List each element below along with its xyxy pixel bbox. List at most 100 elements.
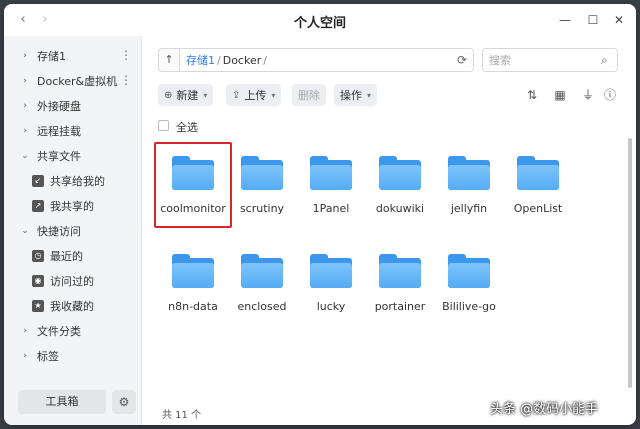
sort-icon[interactable]: ⇅ bbox=[524, 87, 540, 103]
sidebar-item[interactable]: › 存储1 ⋮ bbox=[4, 44, 142, 68]
toolbox-button[interactable]: 工具箱 bbox=[18, 390, 106, 414]
chevron-right-icon: › bbox=[23, 326, 27, 336]
folder-icon bbox=[172, 254, 214, 288]
folder-icon bbox=[241, 156, 283, 190]
sidebar-item-label: 我共享的 bbox=[50, 200, 94, 213]
folder-icon bbox=[448, 156, 490, 190]
sidebar-item-label: 快捷访问 bbox=[37, 225, 81, 238]
upload-icon: ⇪ bbox=[232, 89, 241, 101]
folder-name: OpenList bbox=[513, 202, 563, 215]
chevron-right-icon: › bbox=[23, 351, 27, 361]
new-folder-icon: ⊕ bbox=[164, 89, 173, 101]
folder-icon bbox=[379, 254, 421, 288]
folder-item[interactable]: enclosed bbox=[227, 254, 297, 334]
chevron-down-icon: ▾ bbox=[271, 90, 276, 100]
sidebar-item[interactable]: ◉ 访问过的 bbox=[4, 269, 142, 293]
folder-item[interactable]: 1Panel bbox=[296, 156, 366, 236]
chevron-down-icon: ▾ bbox=[367, 90, 372, 100]
sidebar-item[interactable]: › 文件分类 bbox=[4, 319, 142, 343]
filter-icon[interactable]: ⏚ bbox=[580, 87, 596, 103]
breadcrumb-separator: / bbox=[263, 53, 267, 67]
sidebar-item-label: 我收藏的 bbox=[50, 300, 94, 313]
folder-item[interactable]: portainer bbox=[365, 254, 435, 334]
visited-icon: ◉ bbox=[32, 275, 44, 287]
sidebar-item-label: Docker&虚拟机 bbox=[37, 75, 118, 88]
item-count: 共 11 个 bbox=[162, 410, 202, 421]
select-all-checkbox[interactable] bbox=[158, 120, 169, 131]
sidebar-item-label: 标签 bbox=[37, 350, 59, 363]
back-button[interactable]: ‹ bbox=[16, 13, 30, 27]
sidebar-item-label: 共享给我的 bbox=[50, 175, 105, 188]
more-options-icon[interactable]: ⋮ bbox=[120, 49, 132, 61]
sidebar-item[interactable]: ⌄ 共享文件 bbox=[4, 144, 142, 168]
upload-button[interactable]: ⇪ 上传 ▾ bbox=[226, 84, 282, 106]
folder-item[interactable]: OpenList bbox=[503, 156, 573, 236]
sidebar-item-label: 最近的 bbox=[50, 250, 83, 263]
sidebar-item[interactable]: ★ 我收藏的 bbox=[4, 294, 142, 318]
breadcrumb: 存储1 / Docker / ⟳ bbox=[180, 48, 474, 72]
chevron-down-icon: ▾ bbox=[203, 90, 208, 100]
grid-view-icon[interactable]: ▦ bbox=[552, 87, 568, 103]
close-button[interactable]: ✕ bbox=[610, 11, 628, 29]
settings-button[interactable]: ⚙ bbox=[112, 390, 136, 414]
scrollbar[interactable] bbox=[628, 138, 632, 388]
upload-button-label: 上传 bbox=[244, 89, 267, 102]
minimize-button[interactable]: — bbox=[556, 11, 574, 29]
parent-folder-button[interactable]: ↑ bbox=[158, 48, 180, 72]
sidebar-item-label: 共享文件 bbox=[37, 150, 81, 163]
folder-icon bbox=[310, 156, 352, 190]
folder-icon bbox=[172, 156, 214, 190]
share-in-icon: ↙ bbox=[32, 175, 44, 187]
sidebar-item[interactable]: › 标签 bbox=[4, 344, 142, 368]
chevron-right-icon: › bbox=[23, 101, 27, 111]
forward-button[interactable]: › bbox=[38, 13, 52, 27]
folder-item[interactable]: Bililive-go bbox=[434, 254, 504, 334]
sidebar-item[interactable]: ↗ 我共享的 bbox=[4, 194, 142, 218]
search-icon[interactable]: ⌕ bbox=[601, 53, 608, 68]
delete-button[interactable]: 删除 bbox=[292, 84, 326, 106]
sidebar-item-label: 访问过的 bbox=[50, 275, 94, 288]
chevron-right-icon: › bbox=[23, 51, 27, 61]
sidebar-item[interactable]: › Docker&虚拟机 ⋮ bbox=[4, 69, 142, 93]
new-button-label: 新建 bbox=[176, 89, 199, 102]
refresh-icon[interactable]: ⟳ bbox=[457, 53, 467, 67]
breadcrumb-separator: / bbox=[217, 53, 221, 67]
chevron-right-icon: › bbox=[23, 126, 27, 136]
chevron-right-icon: › bbox=[23, 76, 27, 86]
folder-icon bbox=[517, 156, 559, 190]
sidebar-item-label: 外接硬盘 bbox=[37, 100, 81, 113]
folder-icon bbox=[310, 254, 352, 288]
sidebar-item[interactable]: ⌄ 快捷访问 bbox=[4, 219, 142, 243]
share-out-icon: ↗ bbox=[32, 200, 44, 212]
chevron-down-icon: ⌄ bbox=[21, 151, 29, 161]
maximize-button[interactable]: ☐ bbox=[584, 11, 602, 29]
folder-item[interactable]: lucky bbox=[296, 254, 366, 334]
sidebar-item[interactable]: › 外接硬盘 bbox=[4, 94, 142, 118]
new-button[interactable]: ⊕ 新建 ▾ bbox=[158, 84, 214, 106]
breadcrumb-item[interactable]: 存储1 bbox=[186, 52, 215, 68]
chevron-down-icon: ⌄ bbox=[21, 226, 29, 236]
breadcrumb-item[interactable]: Docker bbox=[223, 54, 262, 67]
watermark: 头条 @数码小能手 bbox=[490, 402, 599, 417]
search-input[interactable] bbox=[482, 48, 618, 72]
folder-item[interactable]: dokuwiki bbox=[365, 156, 435, 236]
select-all-label: 全选 bbox=[176, 121, 198, 134]
actions-button[interactable]: 操作 ▾ bbox=[334, 84, 378, 106]
arrow-up-icon: ↑ bbox=[164, 53, 174, 66]
sidebar-item[interactable]: ◷ 最近的 bbox=[4, 244, 142, 268]
more-options-icon[interactable]: ⋮ bbox=[120, 74, 132, 86]
folder-item[interactable]: scrutiny bbox=[227, 156, 297, 236]
folder-icon bbox=[241, 254, 283, 288]
star-icon: ★ bbox=[32, 300, 44, 312]
info-icon[interactable]: ⓘ bbox=[602, 87, 618, 103]
folder-icon bbox=[448, 254, 490, 288]
folder-name: Bililive-go bbox=[442, 300, 496, 313]
folder-item[interactable]: jellyfin bbox=[434, 156, 504, 236]
folder-item[interactable]: n8n-data bbox=[158, 254, 228, 334]
file-manager-window: ‹ › 个人空间 — ☐ ✕ › 存储1 ⋮ › Docker&虚拟机 ⋮ › 外接硬盘 › 远程… bbox=[4, 4, 636, 425]
window-title: 个人空间 bbox=[293, 16, 346, 31]
sidebar-item[interactable]: › 远程挂载 bbox=[4, 119, 142, 143]
sidebar-item-label: 文件分类 bbox=[37, 325, 81, 338]
sidebar-item[interactable]: ↙ 共享给我的 bbox=[4, 169, 142, 193]
folder-item[interactable]: coolmonitor bbox=[158, 156, 228, 236]
